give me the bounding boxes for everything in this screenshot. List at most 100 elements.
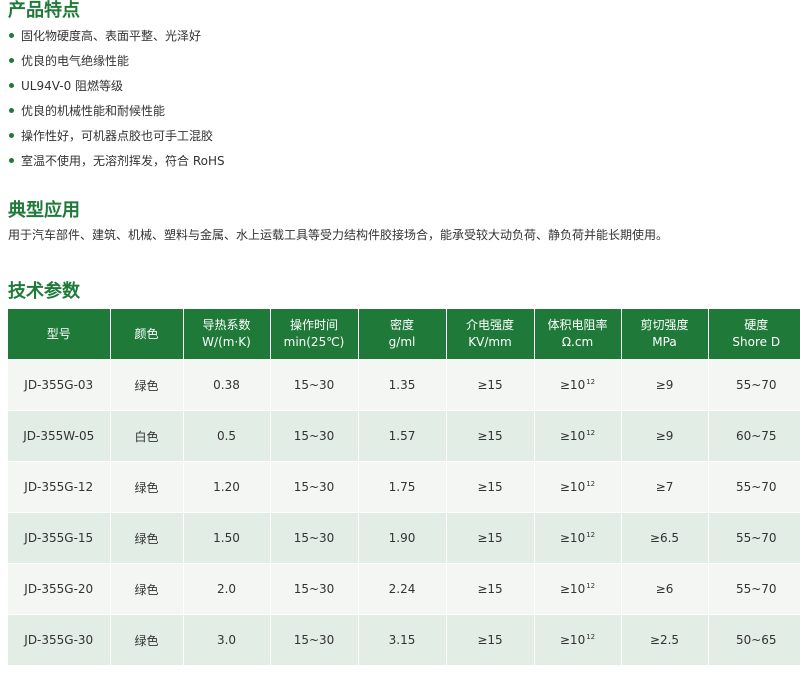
- header-label: 导热系数: [202, 318, 251, 332]
- cell-value: 1.50: [213, 531, 240, 545]
- bullet-dot-icon: [9, 33, 14, 38]
- table-cell: JD-355G-30: [8, 614, 111, 665]
- cell-value: ≥7: [655, 480, 674, 494]
- header-label: 型号: [46, 326, 71, 341]
- feature-item: 优良的机械性能和耐候性能: [8, 99, 225, 124]
- cell-value: ≥15: [477, 480, 503, 494]
- features-list: 固化物硬度高、表面平整、光泽好 优良的电气绝缘性能 UL94V-0 阻燃等级 优良的机…: [8, 24, 225, 174]
- cell-value: 1.20: [213, 480, 240, 494]
- cell-value: 2.24: [388, 582, 416, 596]
- specs-title: 技术参数: [8, 281, 80, 302]
- table-cell: 15~30: [270, 614, 359, 665]
- table-row: JD-355G-15 绿色 1.50 15~30 1.90 ≥15 ≥1012 ≥6.5 55~…: [8, 512, 800, 564]
- table-cell: 15~30: [270, 512, 359, 564]
- table-cell: 0.5: [183, 410, 271, 462]
- cell-value: ≥15: [477, 531, 503, 545]
- table-cell: JD-355G-20: [8, 563, 111, 615]
- table-row: JD-355G-03 绿色 0.38 15~30 1.35 ≥15 ≥1012 ≥9 55~70: [8, 359, 800, 411]
- table-cell: 1.50: [183, 512, 271, 564]
- header-label: 体积电阻率: [547, 318, 608, 332]
- specs-table: 型号 颜色 导热系数 W/(m·K) 操作时间 min(25℃) 密度 g/ml 介电强度 KV/…: [8, 309, 800, 665]
- cell-value: ≥9: [655, 378, 674, 392]
- cell-value: ≥6.5: [649, 531, 680, 545]
- column-header: 操作时间 min(25℃): [270, 309, 359, 360]
- column-header: 硬度 Shore D: [708, 309, 800, 360]
- header-unit: min(25℃): [283, 335, 345, 349]
- table-cell: ≥15: [446, 614, 535, 665]
- header-label: 硬度: [744, 318, 769, 332]
- application-text: 用于汽车部件、建筑、机械、塑料与金属、水上运载工具等受力结构件胶接场合，能承受较…: [8, 228, 669, 242]
- cell-value: 绿色: [134, 378, 159, 393]
- cell-value: ≥10: [559, 480, 586, 494]
- cell-value: JD-355G-30: [24, 633, 94, 647]
- table-cell: JD-355G-15: [8, 512, 111, 564]
- table-row: JD-355W-05 白色 0.5 15~30 1.57 ≥15 ≥1012 ≥9 60~75: [8, 410, 800, 462]
- cell-value: 55~70: [735, 378, 777, 392]
- cell-value: JD-355G-03: [24, 378, 94, 392]
- exponent-superscript: 12: [586, 378, 596, 386]
- table-cell: 55~70: [708, 512, 800, 564]
- cell-value: ≥15: [477, 582, 503, 596]
- table-cell: ≥15: [446, 512, 535, 564]
- feature-item: 固化物硬度高、表面平整、光泽好: [8, 24, 225, 49]
- feature-text: 固化物硬度高、表面平整、光泽好: [21, 29, 202, 43]
- header-unit: Shore D: [732, 335, 781, 349]
- table-cell: JD-355W-05: [8, 410, 111, 462]
- table-cell: ≥6.5: [621, 512, 709, 564]
- cell-value: 3.0: [216, 633, 237, 647]
- cell-value: 1.57: [388, 429, 416, 443]
- table-cell: 1.57: [358, 410, 447, 462]
- table-cell: 白色: [110, 410, 184, 462]
- exponent-superscript: 12: [586, 480, 596, 488]
- feature-text: 室温不使用，无溶剂挥发，符合 RoHS: [21, 154, 225, 168]
- column-header: 颜色: [110, 309, 184, 360]
- cell-value: 绿色: [134, 633, 159, 648]
- table-cell: ≥15: [446, 359, 535, 411]
- feature-text: 优良的机械性能和耐候性能: [21, 104, 166, 118]
- cell-value: 0.5: [216, 429, 237, 443]
- cell-value: 0.38: [213, 378, 240, 392]
- table-cell: JD-355G-03: [8, 359, 111, 411]
- header-label: 操作时间: [289, 318, 338, 332]
- cell-value: 白色: [134, 429, 159, 444]
- cell-value: ≥10: [559, 378, 586, 392]
- features-title: 产品特点: [8, 0, 80, 21]
- bullet-dot-icon: [9, 158, 14, 163]
- table-header-row: 型号 颜色 导热系数 W/(m·K) 操作时间 min(25℃) 密度 g/ml 介电强度 KV/…: [8, 309, 800, 360]
- cell-value: 绿色: [134, 582, 159, 597]
- table-cell: ≥1012: [534, 614, 622, 665]
- table-cell: 55~70: [708, 461, 800, 513]
- table-cell: 2.24: [358, 563, 447, 615]
- table-cell: JD-355G-12: [8, 461, 111, 513]
- cell-value: 1.90: [388, 531, 416, 545]
- table-cell: 0.38: [183, 359, 271, 411]
- cell-value: 15~30: [293, 378, 335, 392]
- exponent-superscript: 12: [586, 531, 596, 539]
- cell-value: 15~30: [293, 480, 335, 494]
- table-cell: ≥1012: [534, 359, 622, 411]
- table-cell: 1.20: [183, 461, 271, 513]
- table-cell: 50~65: [708, 614, 800, 665]
- cell-value: 3.15: [388, 633, 416, 647]
- table-cell: ≥9: [621, 410, 709, 462]
- cell-value: ≥10: [559, 633, 586, 647]
- column-header: 导热系数 W/(m·K): [183, 309, 271, 360]
- cell-value: ≥15: [477, 633, 503, 647]
- table-cell: 55~70: [708, 359, 800, 411]
- table-cell: 绿色: [110, 563, 184, 615]
- cell-value: 绿色: [134, 531, 159, 546]
- feature-text: 优良的电气绝缘性能: [21, 54, 130, 68]
- cell-value: ≥9: [655, 429, 674, 443]
- column-header: 密度 g/ml: [358, 309, 447, 360]
- cell-value: JD-355G-20: [24, 582, 94, 596]
- table-cell: ≥1012: [534, 512, 622, 564]
- table-cell: 60~75: [708, 410, 800, 462]
- cell-value: 绿色: [134, 480, 159, 495]
- table-cell: ≥15: [446, 461, 535, 513]
- header-unit: g/ml: [388, 335, 416, 349]
- table-row: JD-355G-20 绿色 2.0 15~30 2.24 ≥15 ≥1012 ≥6 55~70: [8, 563, 800, 615]
- table-cell: 15~30: [270, 410, 359, 462]
- feature-item: 室温不使用，无溶剂挥发，符合 RoHS: [8, 149, 225, 174]
- cell-value: 1.35: [388, 378, 416, 392]
- table-cell: ≥7: [621, 461, 709, 513]
